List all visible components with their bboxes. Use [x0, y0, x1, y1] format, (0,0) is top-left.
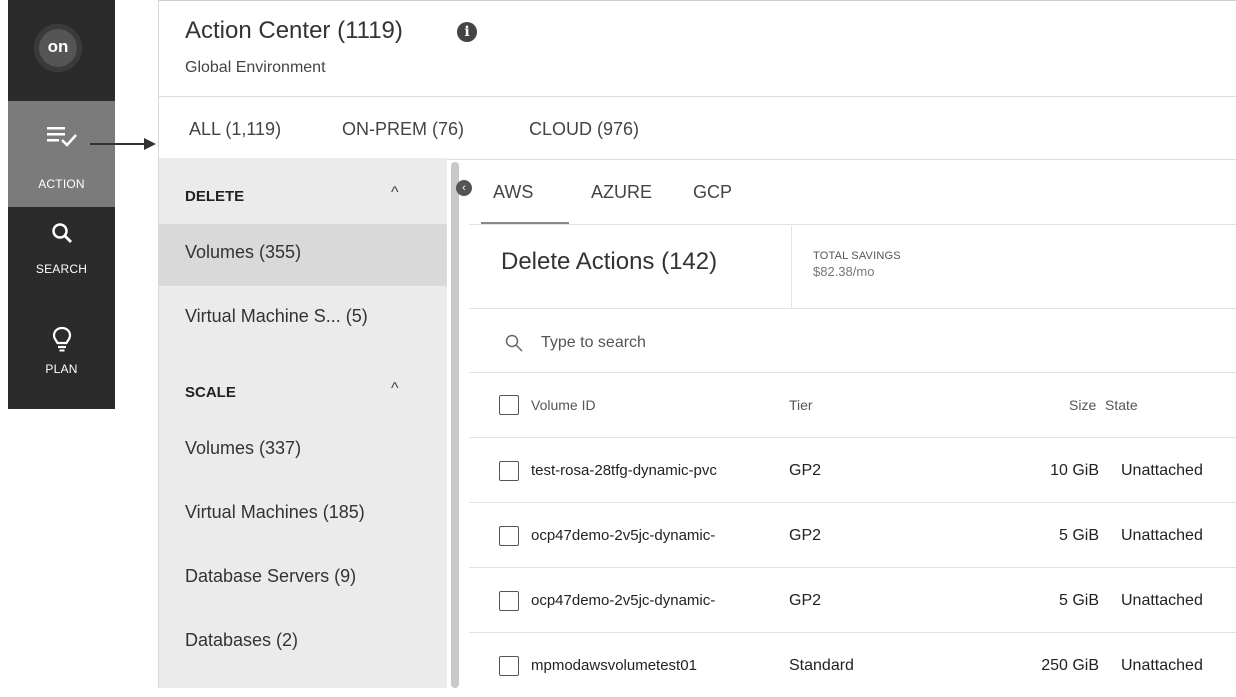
page-subtitle: Global Environment — [185, 59, 326, 76]
sidebar-item-label: Databases (2) — [185, 630, 299, 650]
section-scale-title: SCALE — [185, 384, 236, 401]
table-row[interactable]: test-rosa-28tfg-dynamic-pvc GP2 10 GiB U… — [469, 438, 1236, 503]
volume-size: 250 GiB — [1041, 657, 1099, 674]
lightbulb-icon — [52, 326, 71, 352]
volume-id: ocp47demo-2v5jc-dynamic- — [531, 527, 716, 544]
volume-state: Unattached — [1121, 657, 1203, 674]
volume-tier: Standard — [789, 657, 854, 674]
volume-state: Unattached — [1121, 527, 1203, 544]
tab-cloud[interactable]: CLOUD (976) — [529, 119, 639, 140]
total-savings-value: $82.38/mo — [813, 264, 875, 279]
left-nav: on ACTION SEARCH PLAN — [8, 0, 115, 409]
action-center-panel: Action Center (1119) i Global Environmen… — [158, 0, 1236, 688]
volume-state: Unattached — [1121, 592, 1203, 609]
sidebar-item-label: Volumes (355) — [185, 242, 302, 262]
action-list-check-icon — [46, 127, 77, 147]
column-header-state[interactable]: State — [1105, 397, 1138, 413]
tab-on-prem[interactable]: ON-PREM (76) — [342, 119, 464, 140]
select-all-checkbox[interactable] — [499, 395, 519, 415]
callout-arrow — [90, 138, 156, 150]
sidebar-item-delete-vm-spec[interactable]: Virtual Machine S... (5) — [159, 288, 447, 350]
volume-id: mpmodawsvolumetest01 — [531, 657, 697, 674]
volume-id: ocp47demo-2v5jc-dynamic- — [531, 592, 716, 609]
nav-label-action: ACTION — [38, 177, 85, 191]
action-category-sidebar: DELETE ^ Volumes (355) Virtual Machine S… — [159, 158, 447, 688]
sidebar-item-scale-vms[interactable]: Virtual Machines (185) — [159, 484, 447, 546]
column-header-volume-id[interactable]: Volume ID — [531, 397, 596, 413]
logo[interactable]: on — [34, 24, 82, 72]
sidebar-item-label: Virtual Machine S... (5) — [185, 306, 368, 326]
info-icon[interactable]: i — [457, 22, 477, 42]
row-checkbox[interactable] — [499, 461, 519, 481]
volume-tier: GP2 — [789, 462, 822, 479]
chevron-up-icon[interactable]: ^ — [391, 380, 399, 398]
row-checkbox[interactable] — [499, 591, 519, 611]
total-savings-label: TOTAL SAVINGS — [813, 250, 901, 262]
nav-label-search: SEARCH — [35, 262, 88, 276]
sidebar-item-label: Volumes (337) — [185, 438, 302, 458]
divider — [791, 226, 792, 308]
sidebar-item-scale-volumes[interactable]: Volumes (337) — [159, 420, 447, 482]
search-icon — [51, 223, 72, 243]
sidebar-item-label: Virtual Machines (185) — [185, 502, 365, 522]
row-checkbox[interactable] — [499, 656, 519, 676]
volume-size: 5 GiB — [1058, 592, 1099, 609]
sidebar-scrollbar[interactable] — [451, 162, 459, 688]
tab-azure[interactable]: AZURE — [591, 182, 652, 203]
table-header-row: Volume ID Tier Size State — [469, 373, 1236, 438]
sidebar-item-label: Database Servers (9) — [185, 566, 357, 586]
nav-item-action[interactable]: ACTION — [8, 101, 115, 207]
section-delete-title: DELETE — [185, 188, 245, 205]
tab-aws[interactable]: AWS — [493, 182, 533, 203]
tab-gcp[interactable]: GCP — [693, 182, 732, 203]
page-title: Action Center (1119) — [185, 17, 403, 44]
volume-state: Unattached — [1121, 462, 1203, 479]
volume-tier: GP2 — [789, 527, 822, 544]
divider — [469, 224, 1236, 225]
table-row[interactable]: mpmodawsvolumetest01 Standard 250 GiB Un… — [469, 633, 1236, 697]
table-row[interactable]: ocp47demo-2v5jc-dynamic- GP2 5 GiB Unatt… — [469, 568, 1236, 633]
table-row[interactable]: ocp47demo-2v5jc-dynamic- GP2 5 GiB Unatt… — [469, 503, 1236, 568]
column-header-size[interactable]: Size — [1069, 397, 1096, 413]
sidebar-item-scale-databases[interactable]: Databases (2) — [159, 612, 447, 674]
nav-label-plan: PLAN — [45, 362, 78, 376]
volume-size: 5 GiB — [1058, 527, 1099, 544]
divider — [469, 308, 1236, 309]
nav-item-search[interactable]: SEARCH — [8, 218, 115, 298]
logo-text: on — [47, 37, 69, 56]
search-input[interactable] — [539, 330, 943, 356]
volume-tier: GP2 — [789, 592, 822, 609]
actions-content: AWS AZURE GCP Delete Actions (142) TOTAL… — [469, 158, 1236, 688]
nav-item-plan[interactable]: PLAN — [8, 322, 115, 402]
tab-all[interactable]: ALL (1,119) — [189, 119, 281, 140]
row-checkbox[interactable] — [499, 526, 519, 546]
sidebar-item-delete-volumes[interactable]: Volumes (355) — [159, 224, 447, 286]
column-header-tier[interactable]: Tier — [789, 397, 813, 413]
actions-title: Delete Actions (142) — [501, 248, 718, 275]
sidebar-item-scale-db-servers[interactable]: Database Servers (9) — [159, 548, 447, 610]
volume-id: test-rosa-28tfg-dynamic-pvc — [531, 462, 717, 479]
search-icon — [505, 334, 523, 352]
volume-size: 10 GiB — [1050, 462, 1099, 479]
chevron-up-icon[interactable]: ^ — [391, 184, 399, 202]
page-header: Action Center (1119) i Global Environmen… — [159, 0, 1236, 97]
environment-tabs: ALL (1,119) ON-PREM (76) CLOUD (976) — [159, 96, 1236, 160]
